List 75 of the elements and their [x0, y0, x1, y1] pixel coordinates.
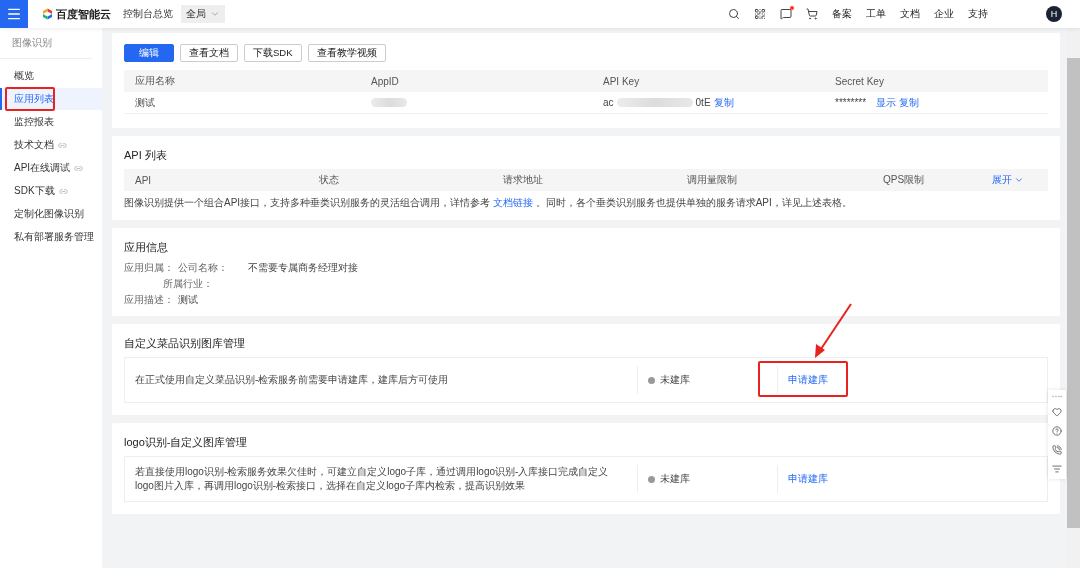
section-title: 自定义菜品识别图库管理	[124, 336, 246, 351]
sidebar-item[interactable]: SDK下载	[0, 180, 102, 202]
sidebar-item[interactable]: 监控报表	[0, 111, 102, 133]
annotation-arrow	[813, 304, 853, 359]
library-status: 未建库	[660, 373, 690, 387]
column-header: API Key	[602, 75, 641, 87]
column-header: 应用名称	[134, 74, 176, 88]
redacted-value	[371, 98, 407, 107]
cart-icon[interactable]	[806, 8, 818, 20]
column-header: Secret Key	[834, 75, 885, 87]
column-header: QPS限制	[882, 173, 926, 187]
nav-link[interactable]: 企业	[934, 7, 954, 21]
phone-icon[interactable]	[1052, 445, 1062, 455]
copy-link[interactable]: 复制	[713, 95, 734, 110]
nav-link[interactable]: 备案	[832, 7, 852, 21]
field-label: 应用归属：	[124, 261, 175, 274]
nav-link[interactable]: 工单	[866, 7, 886, 21]
toolbar-button[interactable]: 查看文档	[180, 44, 238, 62]
nav-link[interactable]: 文档	[900, 7, 920, 21]
caret-icon	[210, 9, 220, 19]
column-header: API	[134, 174, 153, 186]
menu-button[interactable]	[0, 0, 28, 28]
logo-icon	[42, 8, 53, 20]
library-description: 若直接使用logo识别-检索服务效果欠佳时，可建立自定义logo子库，通过调用logo识别-入库接口完成自定义logo图片入库，再调用logo识别-检索接口，选择在自定义logo子库内检索，提高识别效果	[134, 465, 610, 493]
masked-secret: ********	[835, 97, 867, 108]
grip-icon	[1052, 395, 1062, 398]
section-title: logo识别-自定义图库管理	[124, 435, 249, 450]
field-value: 不需要专属商务经理对接	[248, 261, 358, 274]
table-cell-text: 测试	[134, 95, 156, 110]
status-dot	[648, 475, 655, 483]
doc-link[interactable]: 文档链接	[492, 196, 533, 210]
heart-icon[interactable]	[1052, 407, 1062, 417]
column-header: 状态	[318, 173, 340, 187]
sidebar-item[interactable]: 定制化图像识别	[0, 203, 102, 225]
message-icon[interactable]	[780, 8, 792, 20]
sidebar-heading: 图像识别	[0, 36, 92, 59]
expand-link[interactable]: 展开	[992, 173, 1024, 187]
toolbar-button[interactable]: 查看教学视频	[307, 44, 386, 62]
column-header: 请求地址	[502, 173, 544, 187]
toolbar-button[interactable]: 下载SDK	[244, 44, 302, 62]
column-header: 调用量限制	[686, 173, 738, 187]
secret-action-link[interactable]: 复制	[899, 95, 920, 110]
menu-icon	[6, 6, 22, 22]
library-status: 未建库	[660, 472, 690, 486]
search-icon[interactable]	[728, 8, 740, 20]
secret-action-link[interactable]: 显示	[876, 95, 897, 110]
region-dropdown[interactable]: 全局	[181, 5, 225, 23]
avatar[interactable]: H	[1046, 6, 1062, 22]
field-label: 公司名称：	[178, 261, 229, 274]
apply-library-link[interactable]: 申请建库	[788, 472, 828, 486]
column-header: AppID	[370, 75, 400, 87]
sidebar-item[interactable]: 应用列表	[0, 88, 102, 110]
sidebar-item[interactable]: 概览	[0, 65, 102, 87]
sidebar-item[interactable]: 技术文档	[0, 134, 102, 156]
api-note: 图像识别提供一个组合API接口，支持多种垂类识别服务的灵活组合调用，详情参考 文档链接 。同时，各个垂类识别服务也提供单独的服务请求API，详见上述表格。	[124, 196, 853, 210]
sidebar-item[interactable]: 私有部署服务管理	[0, 226, 102, 248]
apply-library-link[interactable]: 申请建库	[788, 373, 828, 387]
library-description: 在正式使用自定义菜品识别-检索服务前需要申请建库，建库后方可使用	[134, 373, 450, 387]
toolbar-button[interactable]: 编辑	[124, 44, 174, 62]
api-key-end: 0tE	[695, 97, 711, 108]
chevron-icon	[1014, 175, 1024, 185]
api-key-start: ac	[603, 97, 614, 108]
help-icon[interactable]	[1052, 426, 1062, 436]
field-value: 测试	[178, 293, 198, 306]
field-label: 所属行业：	[163, 277, 214, 290]
grid-icon[interactable]	[754, 8, 766, 20]
nav-link[interactable]: 支持	[968, 7, 988, 21]
brand-name: 百度智能云	[56, 6, 111, 22]
section-title: 应用信息	[124, 240, 169, 255]
scrollbar[interactable]	[1067, 28, 1080, 568]
overview-link[interactable]: 控制台总览	[123, 7, 173, 21]
field-label: 应用描述：	[124, 293, 175, 306]
section-title: API 列表	[124, 148, 168, 163]
sidebar-item[interactable]: API在线调试	[0, 157, 102, 179]
status-dot	[648, 376, 655, 384]
